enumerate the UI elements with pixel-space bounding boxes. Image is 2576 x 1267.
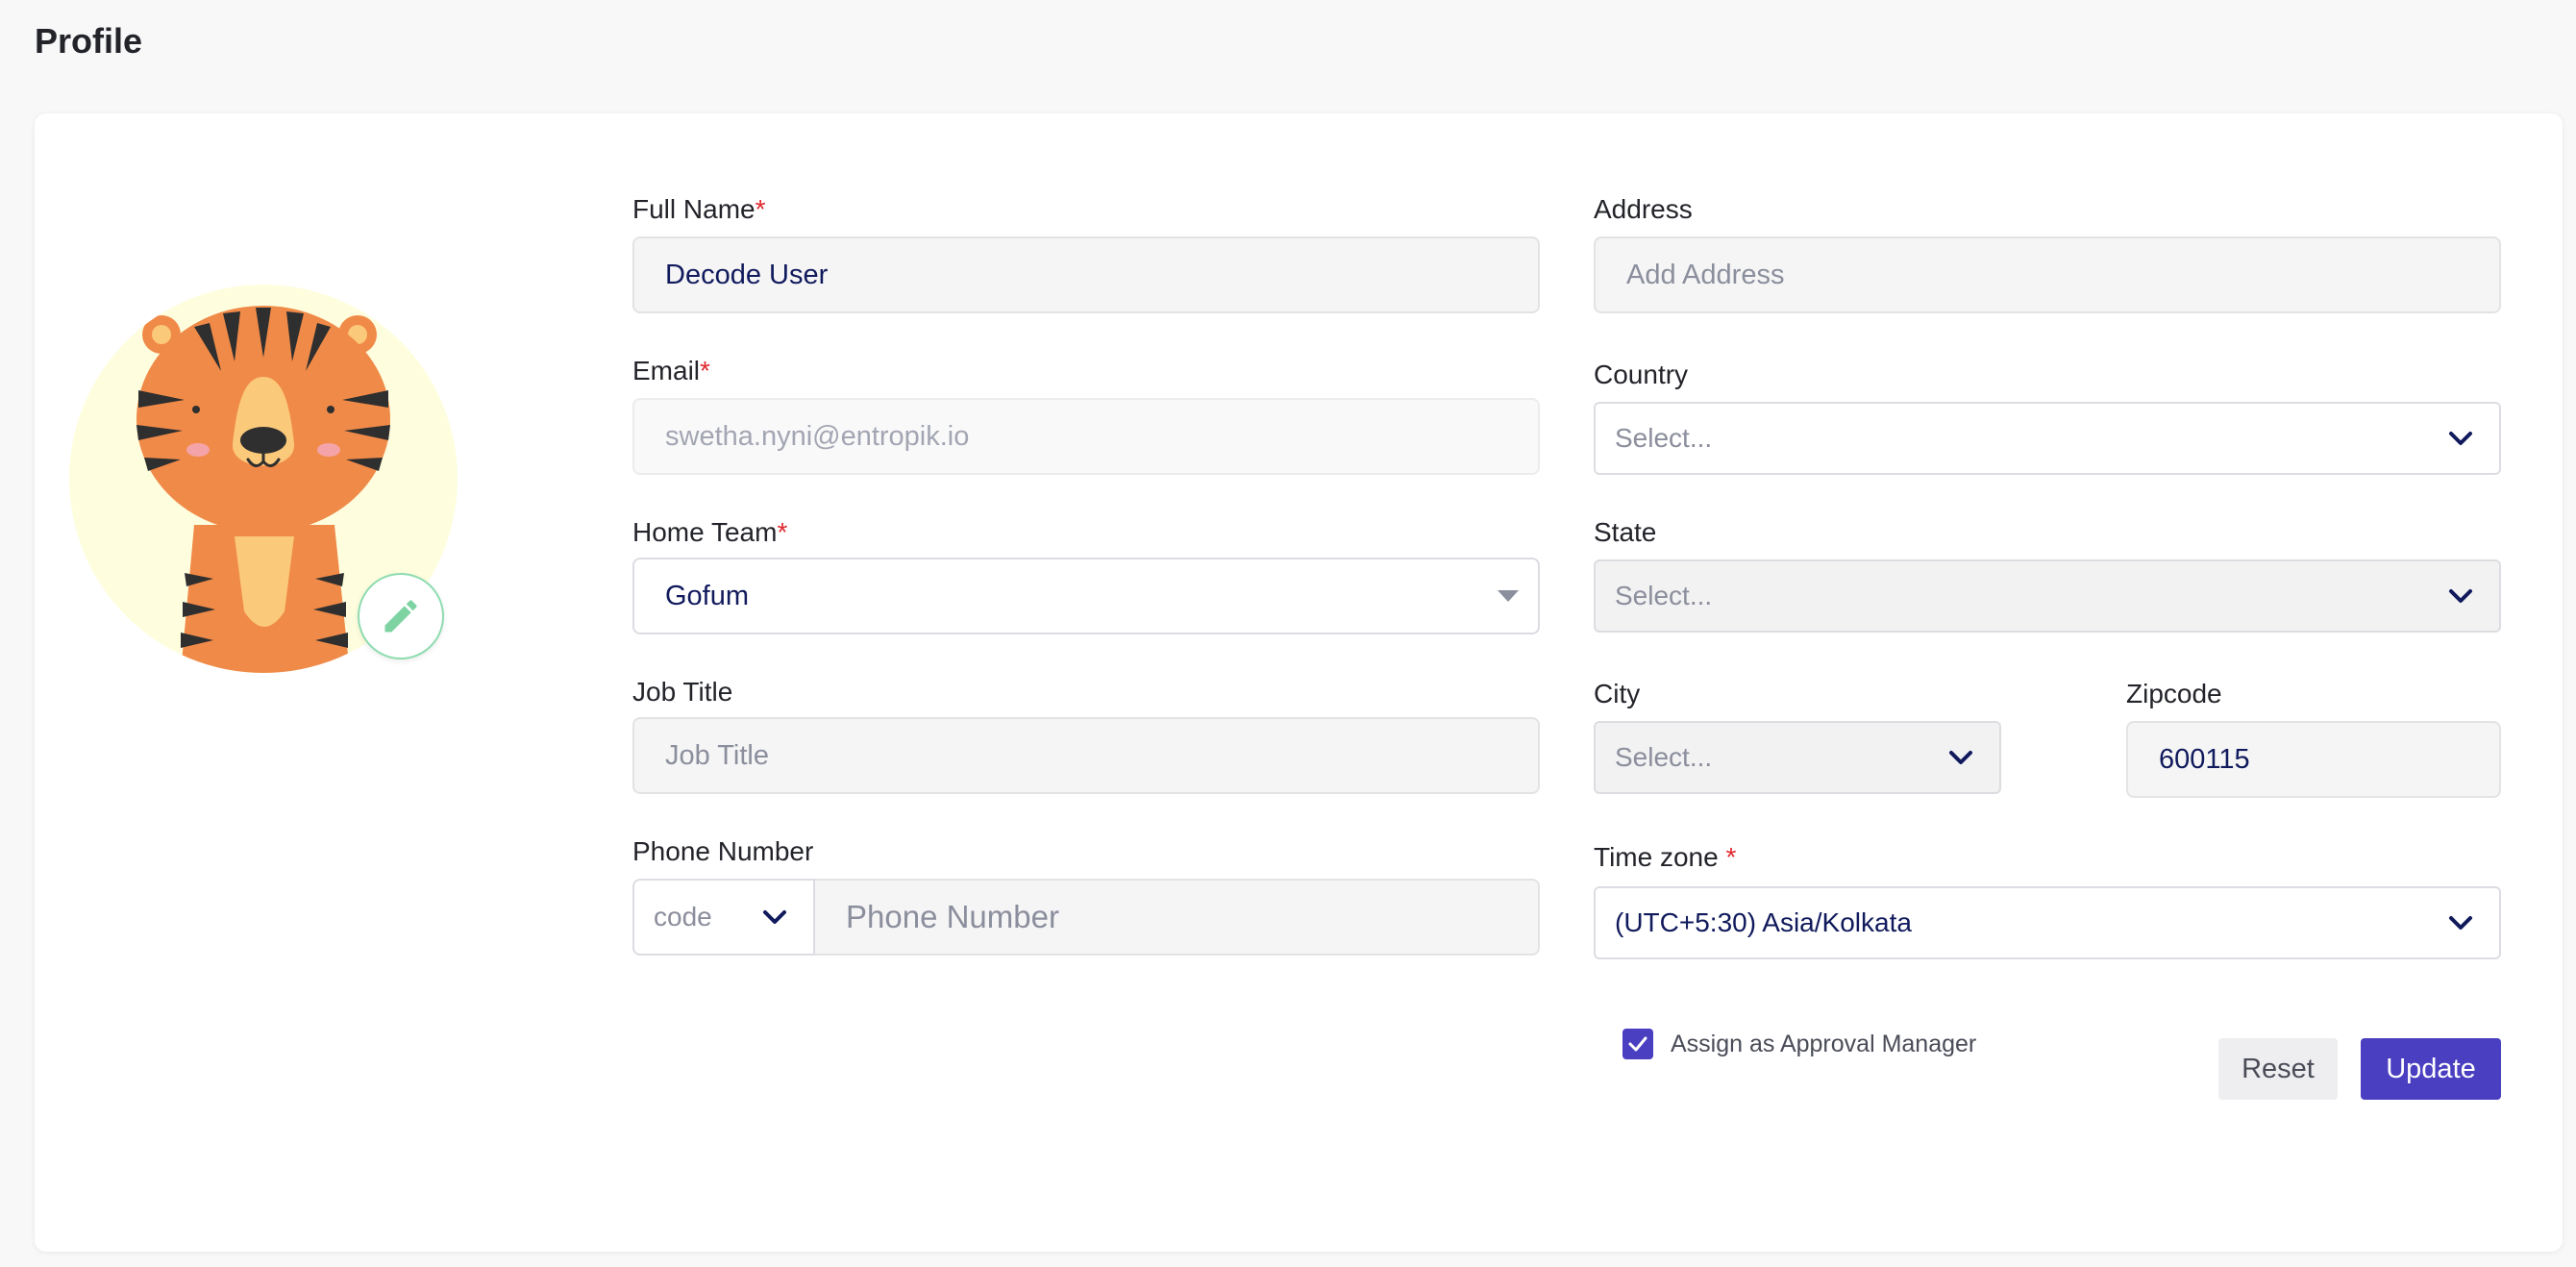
timezone-value: (UTC+5:30) Asia/Kolkata [1615,907,1912,937]
email-field: swetha.nyni@entropik.io [632,398,1540,475]
chevron-down-icon [763,910,786,924]
job-title-input[interactable]: Job Title [632,717,1540,794]
phone-number-placeholder: Phone Number [846,899,1059,934]
home-team-label: Home Team* [632,517,788,547]
phone-number-label: Phone Number [632,836,814,866]
job-title-label: Job Title [632,677,733,707]
approval-manager-row: Assign as Approval Manager [1622,1029,1976,1059]
country-select[interactable]: Select... [1594,402,2501,475]
country-placeholder: Select... [1615,423,1713,453]
home-team-select[interactable]: Gofum [632,558,1540,634]
phone-code-select[interactable]: code [632,879,815,956]
zipcode-label: Zipcode [2126,679,2222,708]
city-label: City [1594,679,1641,708]
chevron-down-icon [2449,916,2472,930]
country-label: Country [1594,360,1689,389]
phone-number-group: code Phone Number [632,879,1540,956]
full-name-value: Decode User [665,259,829,290]
zipcode-input[interactable]: 600115 [2126,721,2501,798]
pencil-icon [384,600,417,633]
full-name-label: Full Name* [632,194,766,224]
chevron-down-icon [2449,432,2472,445]
chevron-down-icon [1949,751,1972,764]
approval-manager-checkbox[interactable] [1622,1029,1653,1059]
address-input[interactable]: Add Address [1594,236,2501,313]
email-value: swetha.nyni@entropik.io [665,420,970,452]
home-team-value: Gofum [665,580,750,611]
approval-manager-label: Assign as Approval Manager [1671,1030,1977,1057]
city-placeholder: Select... [1615,742,1713,772]
job-title-placeholder: Job Title [665,739,769,771]
full-name-input[interactable]: Decode User [632,236,1540,313]
address-placeholder: Add Address [1626,259,1785,290]
page-title: Profile [35,21,143,61]
chevron-down-icon [2449,589,2472,603]
timezone-label: Time zone * [1594,842,1737,872]
phone-code-placeholder: code [654,902,712,932]
caret-down-icon [1498,590,1519,602]
state-label: State [1594,517,1657,547]
address-label: Address [1594,194,1693,224]
state-select[interactable]: Select... [1594,559,2501,633]
timezone-select[interactable]: (UTC+5:30) Asia/Kolkata [1594,886,2501,959]
check-icon [1628,1036,1647,1052]
update-button[interactable]: Update [2361,1038,2501,1100]
state-placeholder: Select... [1615,581,1713,610]
city-select[interactable]: Select... [1594,721,2001,794]
reset-button[interactable]: Reset [2218,1038,2338,1100]
email-label: Email* [632,356,710,385]
phone-number-input[interactable]: Phone Number [815,879,1540,956]
zipcode-value: 600115 [2159,743,2250,775]
edit-avatar-button[interactable] [358,573,444,659]
